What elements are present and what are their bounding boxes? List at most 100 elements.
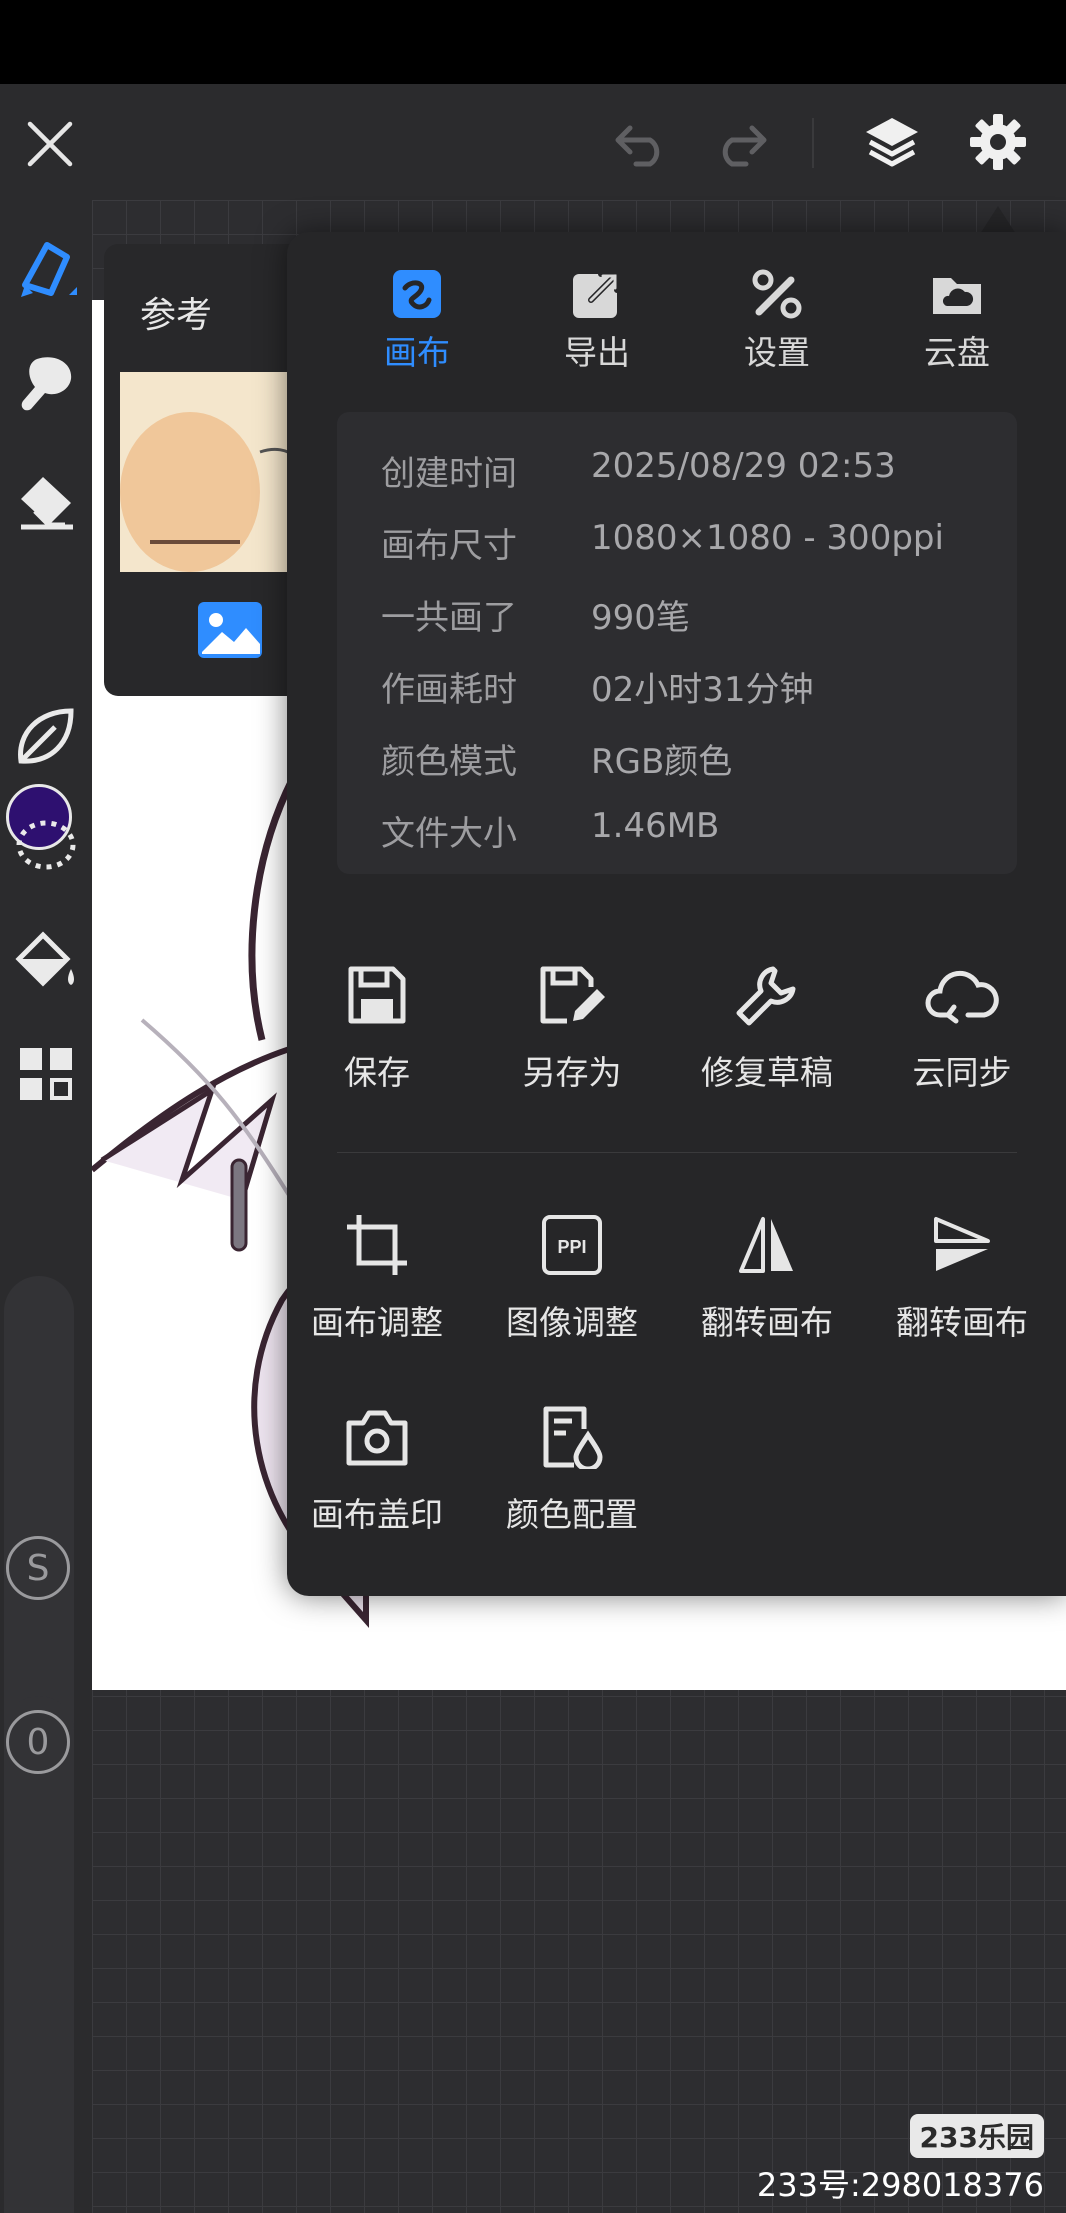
- brush-size-knob[interactable]: S: [6, 1536, 70, 1600]
- undo-button[interactable]: [604, 112, 680, 176]
- action-label: 颜色配置: [506, 1495, 638, 1534]
- canvas-info-card: 创建时间 2025/08/29 02:53 画布尺寸 1080×1080 - 300…: [337, 412, 1017, 874]
- panel-tabs: 画布 导出 设置 云盘: [287, 264, 1066, 384]
- tab-canvas[interactable]: 画布: [337, 264, 497, 384]
- smudge-icon: [21, 357, 72, 411]
- user-id-watermark: 233号:298018376: [756, 2166, 1044, 2204]
- info-row-created: 创建时间 2025/08/29 02:53: [337, 446, 1017, 496]
- actions-divider: [337, 1152, 1017, 1153]
- reference-gallery-button[interactable]: [196, 600, 268, 664]
- tools-icon: [752, 269, 802, 319]
- redo-button[interactable]: [702, 112, 778, 176]
- flip-canvas-horizontal-button[interactable]: 翻转画布: [677, 1202, 857, 1344]
- wrench-icon: [736, 966, 796, 1026]
- panel-pointer: [980, 206, 1016, 234]
- info-key: 画布尺寸: [381, 526, 517, 566]
- action-label: 图像调整: [506, 1303, 638, 1342]
- grid-icon: [20, 1048, 72, 1100]
- canvas-adjust-button[interactable]: 画布调整: [287, 1202, 467, 1344]
- info-key: 创建时间: [381, 454, 517, 494]
- info-value: 1.46MB: [591, 806, 720, 846]
- opacity-knob[interactable]: 0: [6, 1710, 70, 1774]
- tab-label: 导出: [564, 333, 630, 372]
- tab-cloud-drive[interactable]: 云盘: [877, 264, 1037, 384]
- color-profile-button[interactable]: 颜色配置: [482, 1394, 662, 1536]
- layers-icon: [866, 118, 918, 167]
- cloud-sync-button[interactable]: 云同步: [872, 952, 1052, 1094]
- action-label: 翻转画布: [896, 1303, 1028, 1342]
- flip-canvas-vertical-button[interactable]: 翻转画布: [872, 1202, 1052, 1344]
- action-label: 另存为: [522, 1053, 622, 1092]
- leaf-tool[interactable]: [6, 696, 86, 776]
- layers-button[interactable]: [856, 106, 928, 178]
- info-key: 一共画了: [381, 598, 517, 638]
- info-row-time: 作画耗时 02小时31分钟: [337, 662, 1017, 712]
- image-adjust-button[interactable]: PPI 图像调整: [482, 1202, 662, 1344]
- tab-label: 云盘: [924, 333, 990, 372]
- info-value: 1080×1080 - 300ppi: [591, 518, 944, 558]
- tool-rail: S 0: [0, 200, 92, 2213]
- lasso-icon: [16, 820, 76, 870]
- ppi-icon: PPI: [542, 1215, 602, 1275]
- tab-settings[interactable]: 设置: [697, 264, 857, 384]
- status-bar: [0, 0, 1066, 84]
- save-as-button[interactable]: 另存为: [482, 952, 662, 1094]
- redo-icon: [722, 125, 767, 167]
- save-as-icon: [540, 966, 605, 1024]
- settings-button[interactable]: [962, 106, 1034, 178]
- color-profile-icon: [543, 1406, 603, 1469]
- canvas-info-panel: 画布 导出 设置 云盘 创建时间 2025/08/29 02:53 画布尺寸 108…: [287, 232, 1066, 1596]
- tab-export[interactable]: 导出: [517, 264, 677, 384]
- canvas-icon: [393, 270, 441, 318]
- close-icon: [27, 121, 73, 167]
- action-label: 保存: [344, 1053, 410, 1092]
- canvas-stamp-button[interactable]: 画布盖印: [287, 1394, 467, 1536]
- info-row-file-size: 文件大小 1.46MB: [337, 806, 1017, 856]
- info-row-color-mode: 颜色模式 RGB颜色: [337, 734, 1017, 784]
- fill-icon: [15, 931, 74, 987]
- crop-icon: [347, 1215, 407, 1275]
- save-button[interactable]: 保存: [287, 952, 467, 1094]
- toolbar-divider: [812, 118, 814, 168]
- ppi-icon-text: PPI: [557, 1237, 586, 1257]
- close-button[interactable]: [14, 108, 86, 180]
- action-label: 画布调整: [311, 1303, 443, 1342]
- action-label: 翻转画布: [701, 1303, 833, 1342]
- reference-title: 参考: [140, 295, 213, 336]
- info-row-strokes: 一共画了 990笔: [337, 590, 1017, 640]
- app-screen: S 0 参考 画布 导出 设置 云盘 创建时间 2025/08/29 02:53…: [0, 0, 1066, 2213]
- brush-icon: [21, 242, 77, 297]
- image-icon: [198, 602, 262, 658]
- fill-tool[interactable]: [6, 922, 86, 1002]
- camera-icon: [346, 1410, 408, 1466]
- info-key: 颜色模式: [381, 742, 517, 782]
- undo-icon: [615, 125, 660, 167]
- save-icon: [348, 966, 406, 1024]
- grid-tool[interactable]: [6, 1034, 86, 1114]
- gear-icon: [970, 114, 1026, 170]
- flip-horizontal-icon: [739, 1217, 793, 1273]
- top-toolbar: [0, 84, 1066, 200]
- brand-watermark: 233乐园: [909, 2114, 1044, 2158]
- info-value: RGB颜色: [591, 742, 733, 782]
- flip-vertical-icon: [934, 1217, 990, 1271]
- action-label: 修复草稿: [701, 1053, 833, 1092]
- cloud-sync-icon: [925, 970, 999, 1024]
- lasso-tool[interactable]: [6, 806, 86, 886]
- repair-draft-button[interactable]: 修复草稿: [677, 952, 857, 1094]
- brush-tool[interactable]: [6, 230, 86, 310]
- info-row-size: 画布尺寸 1080×1080 - 300ppi: [337, 518, 1017, 568]
- info-value: 990笔: [591, 598, 690, 638]
- smudge-tool[interactable]: [6, 344, 86, 424]
- info-key: 文件大小: [381, 814, 517, 854]
- info-value: 2025/08/29 02:53: [591, 446, 896, 486]
- cloud-drive-icon: [933, 278, 981, 314]
- eraser-tool[interactable]: [6, 462, 86, 542]
- eraser-icon: [21, 477, 73, 530]
- export-icon: [573, 271, 620, 318]
- tab-label: 画布: [384, 333, 450, 372]
- info-key: 作画耗时: [381, 670, 517, 710]
- leaf-icon: [18, 708, 74, 764]
- action-label: 画布盖印: [311, 1495, 443, 1534]
- action-label: 云同步: [912, 1053, 1012, 1092]
